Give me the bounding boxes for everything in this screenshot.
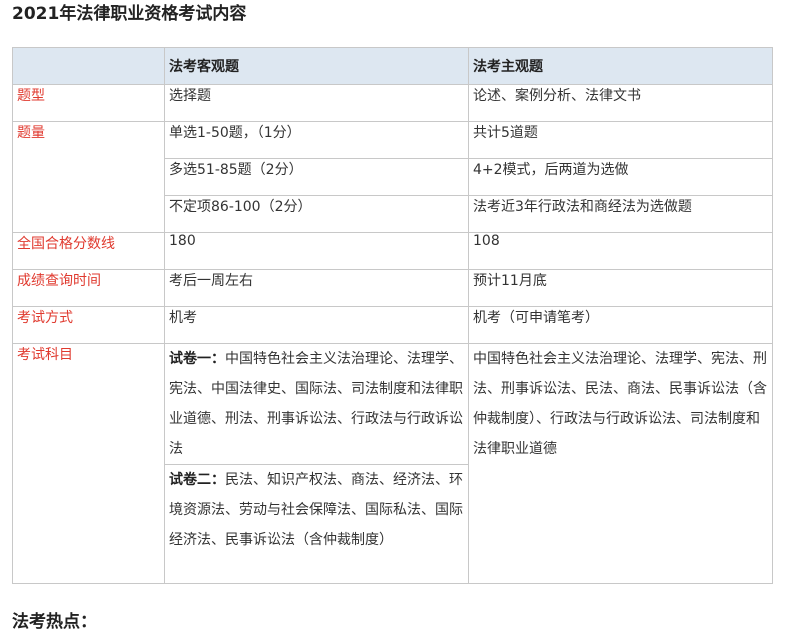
type-objective: 选择题 — [164, 84, 469, 122]
score-query-objective: 考后一周左右 — [164, 269, 469, 307]
table-row-subjects-1: 考试科目 试卷一：中国特色社会主义法治理论、法理学、宪法、中国法律史、国际法、司… — [12, 343, 773, 584]
paper1-lead: 试卷一： — [169, 351, 225, 367]
row-label-pass-score: 全国合格分数线 — [12, 232, 165, 270]
pass-score-objective: 180 — [164, 232, 469, 270]
subjects-subjective: 中国特色社会主义法治理论、法理学、宪法、刑法、刑事诉讼法、民法、商法、民事诉讼法… — [468, 343, 773, 584]
paper2-lead: 试卷二： — [169, 472, 225, 488]
row-label-score-query: 成绩查询时间 — [12, 269, 165, 307]
header-subjective: 法考主观题 — [468, 47, 773, 85]
row-label-quantity: 题量 — [12, 121, 165, 233]
page-title: 2021年法律职业资格考试内容 — [12, 4, 247, 24]
row-label-type: 题型 — [12, 84, 165, 122]
quantity-objective-3: 不定项86-100（2分） — [164, 195, 469, 233]
quantity-objective-2: 多选51-85题（2分） — [164, 158, 469, 196]
type-subjective: 论述、案例分析、法律文书 — [468, 84, 773, 122]
quantity-subjective-1: 共计5道题 — [468, 121, 773, 159]
row-label-exam-mode: 考试方式 — [12, 306, 165, 344]
exam-mode-objective: 机考 — [164, 306, 469, 344]
section-hot-title: 法考热点： — [12, 612, 97, 632]
exam-content-table: 法考客观题 法考主观题 题型 选择题 论述、案例分析、法律文书 题量 单选1-5… — [12, 47, 773, 584]
subjects-paper1: 试卷一：中国特色社会主义法治理论、法理学、宪法、中国法律史、国际法、司法制度和法… — [164, 343, 469, 465]
header-objective: 法考客观题 — [164, 47, 469, 85]
table-header-row: 法考客观题 法考主观题 — [12, 47, 773, 85]
row-label-subjects: 考试科目 — [12, 343, 165, 584]
score-query-subjective: 预计11月底 — [468, 269, 773, 307]
quantity-subjective-2: 4+2模式，后两道为选做 — [468, 158, 773, 196]
exam-mode-subjective: 机考（可申请笔考） — [468, 306, 773, 344]
subjects-paper2: 试卷二：民法、知识产权法、商法、经济法、环境资源法、劳动与社会保障法、国际私法、… — [164, 464, 469, 584]
pass-score-subjective: 108 — [468, 232, 773, 270]
table-row-exam-mode: 考试方式 机考 机考（可申请笔考） — [12, 306, 773, 344]
header-empty — [12, 47, 165, 85]
table-row-score-query: 成绩查询时间 考后一周左右 预计11月底 — [12, 269, 773, 307]
quantity-objective-1: 单选1-50题，（1分） — [164, 121, 469, 159]
table-row-pass-score: 全国合格分数线 180 108 — [12, 232, 773, 270]
table-row-type: 题型 选择题 论述、案例分析、法律文书 — [12, 84, 773, 122]
quantity-subjective-3: 法考近3年行政法和商经法为选做题 — [468, 195, 773, 233]
table-row-quantity-1: 题量 单选1-50题，（1分） 共计5道题 — [12, 121, 773, 233]
